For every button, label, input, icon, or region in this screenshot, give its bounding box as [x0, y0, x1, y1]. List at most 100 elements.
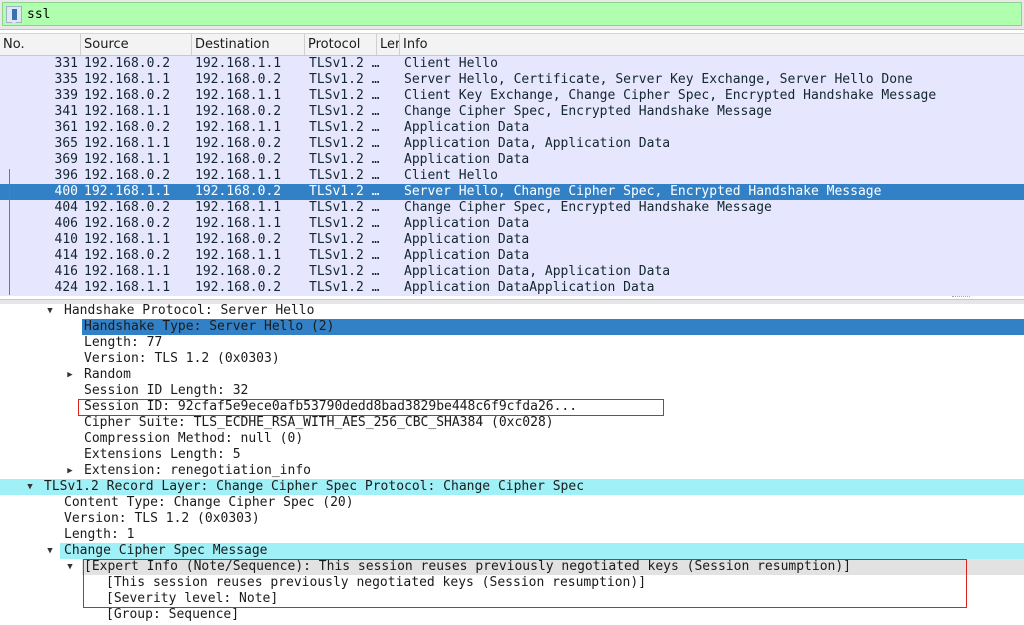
packet-details-tree[interactable]: ▼ Handshake Protocol: Server Hello Handsha…: [0, 303, 1024, 625]
detail-tree-item[interactable]: Compression Method: null (0): [0, 431, 1024, 447]
packet-cell-proto: TLSv1.2 …: [309, 152, 380, 167]
display-filter-text[interactable]: ssl: [27, 6, 50, 23]
packet-row[interactable]: 331 192.168.0.2 192.168.1.1 TLSv1.2 … Client…: [0, 56, 1024, 72]
bookmark-icon[interactable]: [6, 6, 22, 23]
packet-cell-info: Server Hello, Change Cipher Spec, Encryp…: [404, 184, 882, 199]
packet-row[interactable]: 410 192.168.1.1 192.168.0.2 TLSv1.2 … Applic…: [0, 232, 1024, 248]
packet-cell-dst: 192.168.1.1: [195, 200, 282, 215]
packet-cell-proto: TLSv1.2 …: [309, 264, 380, 279]
packet-cell-info: Application Data, Application Data: [404, 136, 671, 151]
detail-tree-item[interactable]: [Group: Sequence]: [0, 607, 1024, 623]
detail-tree-label: Compression Method: null (0): [84, 431, 304, 446]
packet-cell-proto: TLSv1.2 …: [309, 216, 380, 231]
packet-cell-no: 361: [54, 120, 78, 135]
column-header-length[interactable]: Ler: [377, 34, 400, 55]
packet-cell-no: 369: [54, 152, 78, 167]
packet-row[interactable]: 406 192.168.0.2 192.168.1.1 TLSv1.2 … Applic…: [0, 216, 1024, 232]
detail-tree-item[interactable]: Session ID Length: 32: [0, 383, 1024, 399]
detail-tree-item[interactable]: ▶ Random: [0, 367, 1024, 383]
detail-tree-item[interactable]: Session ID: 92cfaf5e9ece0afb53790dedd8ba…: [0, 399, 1024, 415]
detail-tree-label: Extension: renegotiation_info: [84, 463, 311, 478]
packet-cell-info: Application DataApplication Data: [404, 280, 655, 295]
packet-cell-src: 192.168.1.1: [84, 104, 171, 119]
display-filter-input[interactable]: ssl: [2, 2, 1022, 26]
packet-cell-src: 192.168.1.1: [84, 280, 171, 295]
packet-cell-info: Application Data: [404, 152, 530, 167]
detail-tree-item[interactable]: ▼ Change Cipher Spec Message: [0, 543, 1024, 559]
expand-arrow-down-icon[interactable]: ▼: [44, 303, 56, 319]
column-header-protocol[interactable]: Protocol: [305, 34, 377, 55]
packet-list-header: No. Source Destination Protocol Ler Info: [0, 33, 1024, 56]
packet-cell-src: 192.168.0.2: [84, 120, 171, 135]
packet-row[interactable]: 414 192.168.0.2 192.168.1.1 TLSv1.2 … Applic…: [0, 248, 1024, 264]
expand-arrow-right-icon[interactable]: ▶: [64, 463, 76, 479]
packet-cell-no: 410: [54, 232, 78, 247]
detail-tree-item[interactable]: Length: 1: [0, 527, 1024, 543]
expand-arrow-down-icon[interactable]: ▼: [64, 559, 76, 575]
packet-cell-src: 192.168.1.1: [84, 184, 171, 199]
packet-cell-dst: 192.168.1.1: [195, 120, 282, 135]
detail-tree-label: [This session reuses previously negotiat…: [106, 575, 647, 590]
packet-cell-no: 365: [54, 136, 78, 151]
packet-row[interactable]: 361 192.168.0.2 192.168.1.1 TLSv1.2 … Applic…: [0, 120, 1024, 136]
packet-cell-info: Client Hello: [404, 168, 498, 183]
packet-row[interactable]: 365 192.168.1.1 192.168.0.2 TLSv1.2 … Applic…: [0, 136, 1024, 152]
packet-row[interactable]: 424 192.168.1.1 192.168.0.2 TLSv1.2 … Applic…: [0, 280, 1024, 296]
packet-cell-dst: 192.168.0.2: [195, 72, 282, 87]
packet-cell-proto: TLSv1.2 …: [309, 248, 380, 263]
packet-row[interactable]: 339 192.168.0.2 192.168.1.1 TLSv1.2 … Client…: [0, 88, 1024, 104]
packet-cell-dst: 192.168.0.2: [195, 136, 282, 151]
expand-arrow-down-icon[interactable]: ▼: [24, 479, 36, 495]
packet-row[interactable]: 369 192.168.1.1 192.168.0.2 TLSv1.2 … Applic…: [0, 152, 1024, 168]
packet-cell-src: 192.168.1.1: [84, 136, 171, 151]
packet-cell-src: 192.168.1.1: [84, 232, 171, 247]
packet-cell-dst: 192.168.0.2: [195, 184, 282, 199]
packet-cell-proto: TLSv1.2 …: [309, 168, 380, 183]
packet-row-selected[interactable]: 400 192.168.1.1 192.168.0.2 TLSv1.2 … Server…: [0, 184, 1024, 200]
packet-row[interactable]: 341 192.168.1.1 192.168.0.2 TLSv1.2 … Change…: [0, 104, 1024, 120]
packet-cell-proto: TLSv1.2 …: [309, 280, 380, 295]
packet-cell-no: 414: [54, 248, 78, 263]
detail-tree-item[interactable]: Extensions Length: 5: [0, 447, 1024, 463]
detail-tree-item[interactable]: [Severity level: Note]: [0, 591, 1024, 607]
packet-cell-no: 339: [54, 88, 78, 103]
detail-tree-item[interactable]: ▼ TLSv1.2 Record Layer: Change Cipher Spe…: [0, 479, 1024, 495]
packet-cell-proto: TLSv1.2 …: [309, 120, 380, 135]
detail-tree-label: Handshake Type: Server Hello (2): [84, 319, 335, 334]
detail-tree-item[interactable]: ▶ Extension: renegotiation_info: [0, 463, 1024, 479]
column-header-source[interactable]: Source: [81, 34, 192, 55]
detail-tree-label: Version: TLS 1.2 (0x0303): [64, 511, 260, 526]
detail-tree-label: Handshake Protocol: Server Hello: [64, 303, 315, 318]
packet-cell-info: Change Cipher Spec, Encrypted Handshake …: [404, 104, 772, 119]
detail-tree-item[interactable]: Handshake Type: Server Hello (2): [0, 319, 1024, 335]
detail-tree-item[interactable]: [This session reuses previously negotiat…: [0, 575, 1024, 591]
packet-cell-proto: TLSv1.2 …: [309, 232, 380, 247]
detail-tree-item[interactable]: ▼ [Expert Info (Note/Sequence): This sess…: [0, 559, 1024, 575]
detail-tree-label: Random: [84, 367, 131, 382]
detail-tree-item[interactable]: Length: 77: [0, 335, 1024, 351]
packet-cell-info: Change Cipher Spec, Encrypted Handshake …: [404, 200, 772, 215]
packet-row[interactable]: 396 192.168.0.2 192.168.1.1 TLSv1.2 … Client…: [0, 168, 1024, 184]
packet-cell-info: Client Hello: [404, 56, 498, 71]
packet-cell-dst: 192.168.0.2: [195, 152, 282, 167]
detail-tree-item[interactable]: Version: TLS 1.2 (0x0303): [0, 511, 1024, 527]
packet-cell-dst: 192.168.1.1: [195, 216, 282, 231]
detail-tree-item[interactable]: Cipher Suite: TLS_ECDHE_RSA_WITH_AES_256…: [0, 415, 1024, 431]
packet-cell-dst: 192.168.1.1: [195, 88, 282, 103]
packet-row[interactable]: 404 192.168.0.2 192.168.1.1 TLSv1.2 … Change…: [0, 200, 1024, 216]
packet-row[interactable]: 416 192.168.1.1 192.168.0.2 TLSv1.2 … Applic…: [0, 264, 1024, 280]
detail-tree-item[interactable]: Version: TLS 1.2 (0x0303): [0, 351, 1024, 367]
detail-tree-item[interactable]: Content Type: Change Cipher Spec (20): [0, 495, 1024, 511]
detail-tree-item[interactable]: ▼ Handshake Protocol: Server Hello: [0, 303, 1024, 319]
expand-arrow-down-icon[interactable]: ▼: [44, 543, 56, 559]
expand-arrow-right-icon[interactable]: ▶: [64, 367, 76, 383]
packet-row[interactable]: 335 192.168.1.1 192.168.0.2 TLSv1.2 … Server…: [0, 72, 1024, 88]
detail-tree-label: Version: TLS 1.2 (0x0303): [84, 351, 280, 366]
packet-cell-src: 192.168.1.1: [84, 264, 171, 279]
column-header-destination[interactable]: Destination: [192, 34, 305, 55]
column-header-no[interactable]: No.: [0, 34, 81, 55]
packet-list[interactable]: 331 192.168.0.2 192.168.1.1 TLSv1.2 … Client…: [0, 56, 1024, 296]
column-header-info[interactable]: Info: [400, 34, 1024, 55]
related-packet-line: [9, 169, 10, 295]
packet-cell-src: 192.168.0.2: [84, 168, 171, 183]
